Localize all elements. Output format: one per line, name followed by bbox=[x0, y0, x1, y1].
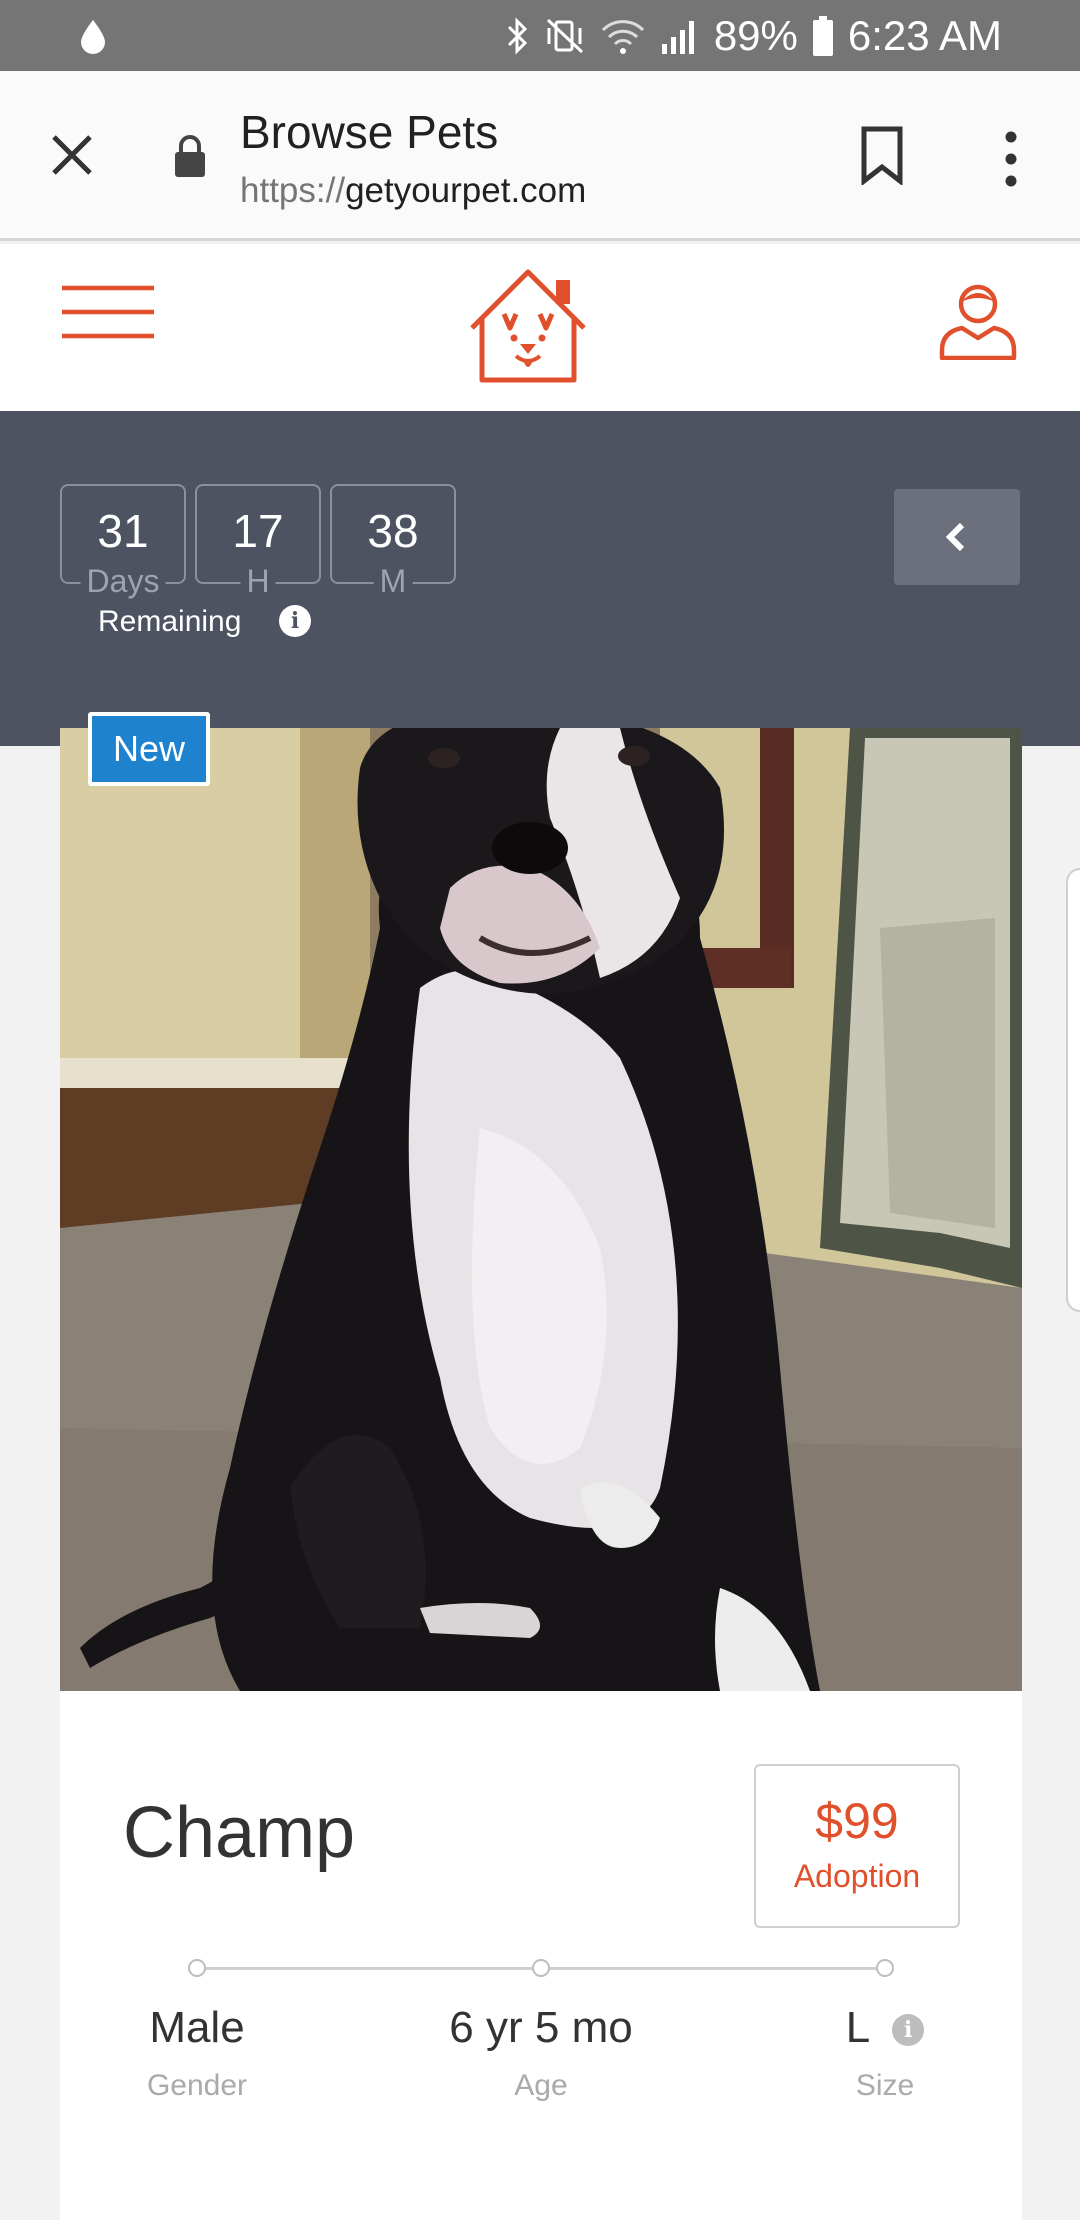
getyourpet-logo-icon[interactable] bbox=[466, 266, 590, 386]
adoption-label: Adoption bbox=[793, 1858, 921, 1894]
battery-percent: 89% bbox=[713, 12, 798, 59]
clock: 6:23 AM bbox=[847, 12, 1002, 59]
countdown-days-label: Days bbox=[80, 563, 166, 600]
close-icon[interactable] bbox=[48, 131, 96, 179]
bluetooth-icon bbox=[507, 17, 527, 55]
countdown-minutes-value: 38 bbox=[367, 505, 419, 557]
status-indicators: 89% 6:23 AM bbox=[506, 10, 1002, 62]
pet-card: New Champ $99 Adoption Male Gender 6 yr … bbox=[60, 712, 1022, 2220]
countdown-hours-value: 17 bbox=[232, 505, 284, 557]
age-label: Age bbox=[514, 2069, 568, 2102]
wifi-icon bbox=[601, 20, 644, 54]
pet-name: Champ bbox=[123, 1793, 356, 1873]
vibrate-mute-icon bbox=[546, 18, 583, 54]
countdown-minutes: 38 M bbox=[330, 484, 456, 600]
countdown-minutes-label: M bbox=[373, 563, 413, 600]
gender-attribute: Male Gender bbox=[77, 2003, 317, 2103]
user-account-icon[interactable] bbox=[938, 280, 1018, 360]
new-badge: New bbox=[88, 712, 210, 786]
adoption-price-box[interactable]: $99 Adoption bbox=[754, 1764, 960, 1928]
hamburger-menu-icon[interactable] bbox=[62, 284, 154, 340]
size-attribute: Li Size bbox=[765, 2003, 1005, 2103]
timeline-dot bbox=[532, 1959, 550, 1977]
browser-toolbar: Browse Pets https://getyourpet.com bbox=[0, 71, 1080, 241]
countdown-hours: 17 H bbox=[195, 484, 321, 600]
size-info-icon[interactable]: i bbox=[892, 2014, 925, 2047]
more-options-icon[interactable] bbox=[1000, 129, 1022, 189]
size-value: L bbox=[845, 2003, 871, 2052]
dog-photo-image bbox=[60, 728, 1022, 1691]
timeline-dot bbox=[876, 1959, 894, 1977]
size-label: Size bbox=[855, 2069, 915, 2102]
url-display[interactable]: https://getyourpet.com bbox=[240, 171, 586, 211]
age-value: 6 yr 5 mo bbox=[449, 2003, 633, 2052]
lock-icon bbox=[175, 135, 205, 177]
chevron-left-icon bbox=[945, 522, 965, 552]
url-scheme: https:// bbox=[240, 171, 346, 210]
gender-label: Gender bbox=[146, 2069, 248, 2102]
countdown-panel: 31 Days 17 H 38 M Remaining i bbox=[0, 411, 1080, 746]
side-drawer-handle[interactable] bbox=[1066, 868, 1080, 1312]
remaining-label: Remaining bbox=[98, 605, 242, 638]
timeline-dot bbox=[188, 1959, 206, 1977]
site-header bbox=[0, 244, 1080, 411]
info-icon[interactable]: i bbox=[279, 605, 311, 637]
url-host: getyourpet.com bbox=[345, 171, 587, 210]
countdown-days: 31 Days bbox=[60, 484, 186, 600]
countdown-hours-label: H bbox=[240, 563, 276, 600]
countdown-days-value: 31 bbox=[97, 505, 149, 557]
water-drop-icon bbox=[81, 20, 105, 54]
gender-value: Male bbox=[149, 2003, 245, 2052]
status-bar: 89% 6:23 AM bbox=[0, 0, 1080, 71]
age-attribute: 6 yr 5 mo Age bbox=[421, 2003, 661, 2103]
back-button[interactable] bbox=[894, 489, 1020, 585]
bookmark-icon[interactable] bbox=[858, 125, 906, 185]
battery-icon bbox=[812, 16, 833, 56]
pet-photo[interactable] bbox=[60, 728, 1022, 1691]
signal-icon bbox=[661, 21, 694, 54]
page-title: Browse Pets bbox=[240, 106, 499, 158]
adoption-price: $99 bbox=[815, 1793, 899, 1849]
